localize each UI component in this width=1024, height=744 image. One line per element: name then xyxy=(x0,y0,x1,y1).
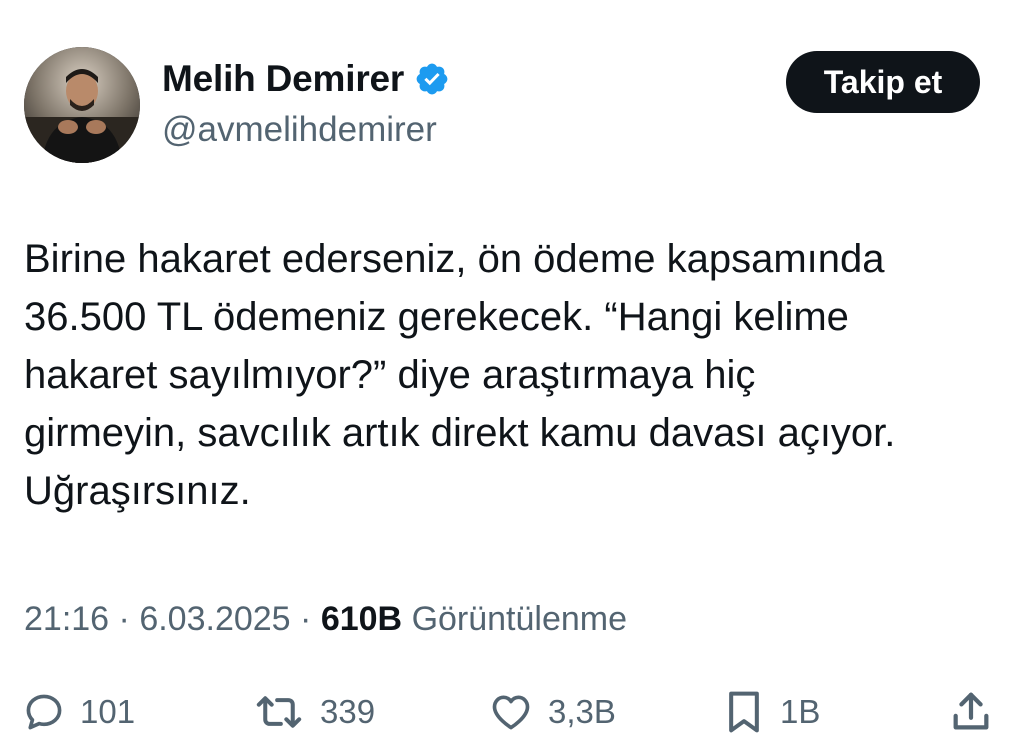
tweet-card: Melih Demirer @avmelihdemirer Takip et B… xyxy=(0,0,1024,744)
tweet-text-line: Birine hakaret ederseniz, ön ödeme kapsa… xyxy=(24,237,885,281)
author-handle[interactable]: @avmelihdemirer xyxy=(162,110,437,150)
repost-icon xyxy=(256,696,302,728)
bookmark-button[interactable]: 1B xyxy=(722,684,820,740)
action-bar: 101 339 3,3B 1B xyxy=(0,684,1024,740)
heart-icon xyxy=(492,695,530,730)
tweet-text: Birine hakaret ederseniz, ön ödeme kapsa… xyxy=(24,230,1004,520)
author-name-row: Melih Demirer xyxy=(162,58,450,100)
follow-button[interactable]: Takip et xyxy=(786,51,980,113)
tweet-text-line: 36.500 TL ödemeniz gerekecek. “Hangi kel… xyxy=(24,295,849,339)
views-count[interactable]: 610B xyxy=(321,600,402,638)
repost-button[interactable]: 339 xyxy=(252,684,375,740)
tweet-date[interactable]: 6.03.2025 xyxy=(139,600,290,638)
tweet-text-line: hakaret sayılmıyor?” diye araştırmaya hi… xyxy=(24,353,756,397)
tweet-time[interactable]: 21:16 xyxy=(24,600,109,638)
share-icon xyxy=(953,692,989,730)
author-display-name[interactable]: Melih Demirer xyxy=(162,58,404,100)
like-button[interactable]: 3,3B xyxy=(488,684,616,740)
reply-icon xyxy=(26,694,62,730)
avatar[interactable] xyxy=(24,47,140,163)
tweet-text-line: Uğraşırsınız. xyxy=(24,469,251,513)
reply-count: 101 xyxy=(80,693,136,730)
share-button[interactable] xyxy=(948,684,994,740)
views-label: Görüntülenme xyxy=(411,600,628,638)
bookmark-count: 1B xyxy=(780,693,821,730)
verified-badge-icon xyxy=(414,61,450,97)
repost-count: 339 xyxy=(320,693,376,730)
meta-separator: · xyxy=(118,600,130,638)
meta-separator: · xyxy=(300,600,312,638)
reply-button[interactable]: 101 xyxy=(22,684,135,740)
bookmark-icon xyxy=(729,691,759,733)
tweet-meta: 21:16 · 6.03.2025 · 610B Görüntülenme xyxy=(24,600,627,639)
like-count: 3,3B xyxy=(548,693,616,730)
tweet-text-line: girmeyin, savcılık artık direkt kamu dav… xyxy=(24,411,896,455)
